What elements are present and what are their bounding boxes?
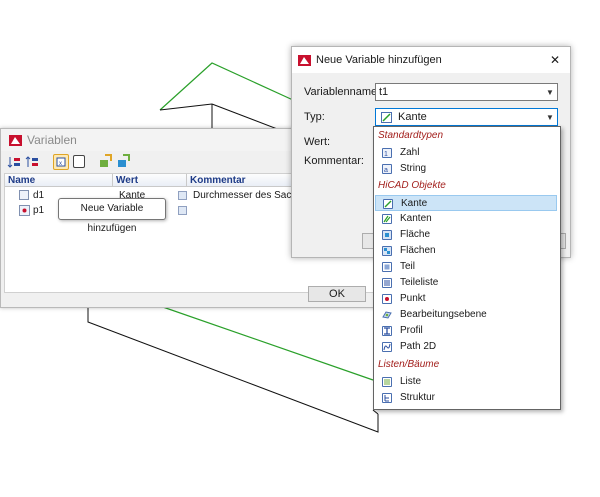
option-punkt[interactable]: Punkt — [375, 291, 557, 307]
value-label: Wert: — [304, 136, 331, 148]
variable-name-value: t1 — [379, 86, 389, 98]
faces-icon — [382, 246, 392, 256]
option-label: Liste — [400, 376, 422, 387]
option-string[interactable]: a String — [375, 161, 557, 177]
category-label: Standardtypen — [378, 130, 444, 141]
tree-icon — [382, 393, 392, 403]
svg-text:1: 1 — [384, 151, 388, 158]
option-label: Path 2D — [400, 341, 437, 352]
option-label: Profil — [400, 325, 423, 336]
export-icon[interactable] — [117, 154, 131, 168]
option-label: Flächen — [400, 245, 436, 256]
sort-ascending-icon[interactable] — [7, 155, 21, 169]
option-bearbeitungsebene[interactable]: Bearbeitungsebene — [375, 307, 557, 323]
dialog-title: Neue Variable hinzufügen — [316, 54, 442, 66]
option-label: String — [400, 163, 427, 174]
empty-square-icon[interactable] — [73, 155, 85, 168]
edge-icon — [383, 199, 393, 209]
variable-name-field[interactable]: t1 ▼ — [375, 83, 558, 101]
option-flaechen[interactable]: Flächen — [375, 243, 557, 259]
edit-value-icon[interactable] — [178, 191, 187, 200]
profile-icon — [382, 326, 392, 336]
point-variable-icon — [19, 205, 30, 216]
face-icon — [382, 230, 392, 240]
close-icon[interactable]: ✕ — [550, 53, 560, 67]
string-icon: a — [382, 164, 392, 174]
option-path-2d[interactable]: Path 2D — [375, 339, 557, 355]
hicad-logo-icon — [9, 135, 22, 146]
row-name: p1 — [33, 205, 45, 216]
type-label: Typ: — [304, 111, 325, 123]
chevron-down-icon[interactable]: ▼ — [546, 113, 554, 122]
option-label: Struktur — [400, 392, 436, 403]
option-profil[interactable]: Profil — [375, 323, 557, 339]
option-struktur[interactable]: Struktur — [375, 390, 557, 406]
edge-icon — [381, 112, 392, 123]
chevron-down-icon[interactable]: ▼ — [546, 88, 554, 97]
option-teileliste[interactable]: Teileliste — [375, 275, 557, 291]
svg-text:a: a — [384, 167, 388, 174]
option-label: Kante — [401, 198, 428, 209]
plane-icon — [382, 311, 392, 319]
option-zahl[interactable]: 1 Zahl — [375, 145, 557, 161]
option-kanten[interactable]: Kanten — [375, 211, 557, 227]
option-label: Fläche — [400, 229, 431, 240]
ok-button[interactable]: OK — [308, 286, 366, 302]
partlist-icon — [382, 278, 392, 288]
path-icon — [382, 342, 392, 352]
import-icon[interactable] — [99, 154, 113, 168]
option-teil[interactable]: Teil — [375, 259, 557, 275]
option-kante[interactable]: Kante — [375, 195, 557, 211]
point-icon — [382, 294, 392, 304]
part-icon — [382, 262, 392, 272]
option-label: Teil — [400, 261, 416, 272]
column-header-value[interactable]: Wert — [113, 174, 187, 187]
add-variable-icon[interactable]: x — [53, 154, 69, 170]
variables-title: Variablen — [27, 133, 77, 147]
comment-label: Kommentar: — [304, 155, 364, 167]
edges-icon — [382, 214, 392, 224]
category-label: Listen/Bäume — [378, 359, 440, 370]
option-label: Punkt — [400, 293, 426, 304]
option-label: Kanten — [400, 213, 432, 224]
variable-name-label: Variablenname: — [304, 86, 381, 98]
sort-descending-icon[interactable] — [25, 155, 39, 169]
tooltip: Neue Variable hinzufügen — [58, 198, 166, 234]
type-value: Kante — [398, 111, 427, 123]
dialog-titlebar: Neue Variable hinzufügen ✕ — [292, 47, 570, 73]
hicad-logo-icon — [298, 55, 311, 66]
option-label: Zahl — [400, 147, 420, 158]
option-label: Teileliste — [400, 277, 439, 288]
type-select[interactable]: Kante ▼ — [375, 108, 558, 126]
number-icon: 1 — [382, 148, 392, 158]
type-dropdown-list: Standardtypen 1 Zahl a String HiCAD Obje… — [373, 126, 561, 410]
row-name: d1 — [33, 190, 45, 201]
column-header-name[interactable]: Name — [5, 174, 113, 187]
list-icon — [382, 377, 392, 387]
edit-value-icon[interactable] — [178, 206, 187, 215]
option-label: Bearbeitungsebene — [400, 309, 487, 320]
edge-variable-icon — [19, 190, 29, 200]
category-label: HiCAD Objekte — [378, 180, 446, 191]
svg-text:x: x — [59, 161, 62, 167]
option-liste[interactable]: Liste — [375, 374, 557, 390]
option-flaeche[interactable]: Fläche — [375, 227, 557, 243]
